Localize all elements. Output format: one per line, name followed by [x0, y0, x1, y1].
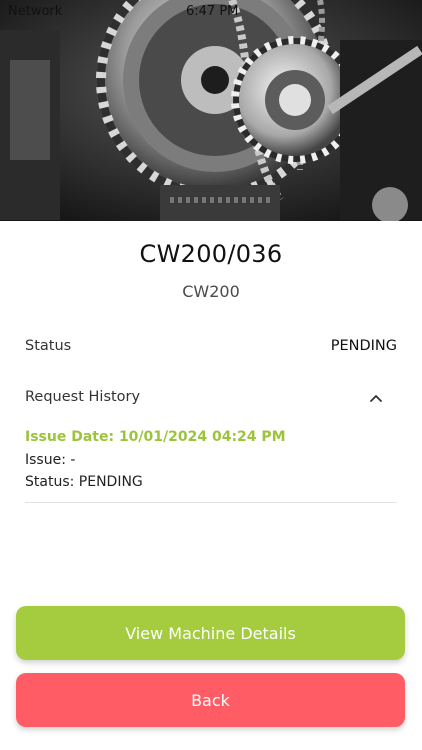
- issue-text: Issue: -: [25, 452, 76, 468]
- view-machine-details-button[interactable]: View Machine Details: [16, 606, 405, 660]
- machine-hero-image: Network 6:47 PM: [0, 0, 422, 221]
- back-button[interactable]: Back: [16, 673, 405, 727]
- machine-model-subtitle: CW200: [182, 282, 240, 301]
- history-status-text: Status: PENDING: [25, 474, 143, 490]
- divider: [25, 502, 397, 503]
- status-bar: Network 6:47 PM: [0, 0, 422, 22]
- request-history-header[interactable]: Request History: [25, 389, 397, 405]
- clock: 6:47 PM: [186, 4, 239, 19]
- status-value: PENDING: [330, 338, 397, 354]
- chevron-up-icon[interactable]: [369, 391, 383, 405]
- issue-date: Issue Date: 10/01/2024 04:24 PM: [25, 429, 286, 445]
- gears-illustration: [0, 0, 422, 221]
- machine-code-title: CW200/036: [139, 240, 283, 268]
- network-indicator: Network: [8, 4, 63, 19]
